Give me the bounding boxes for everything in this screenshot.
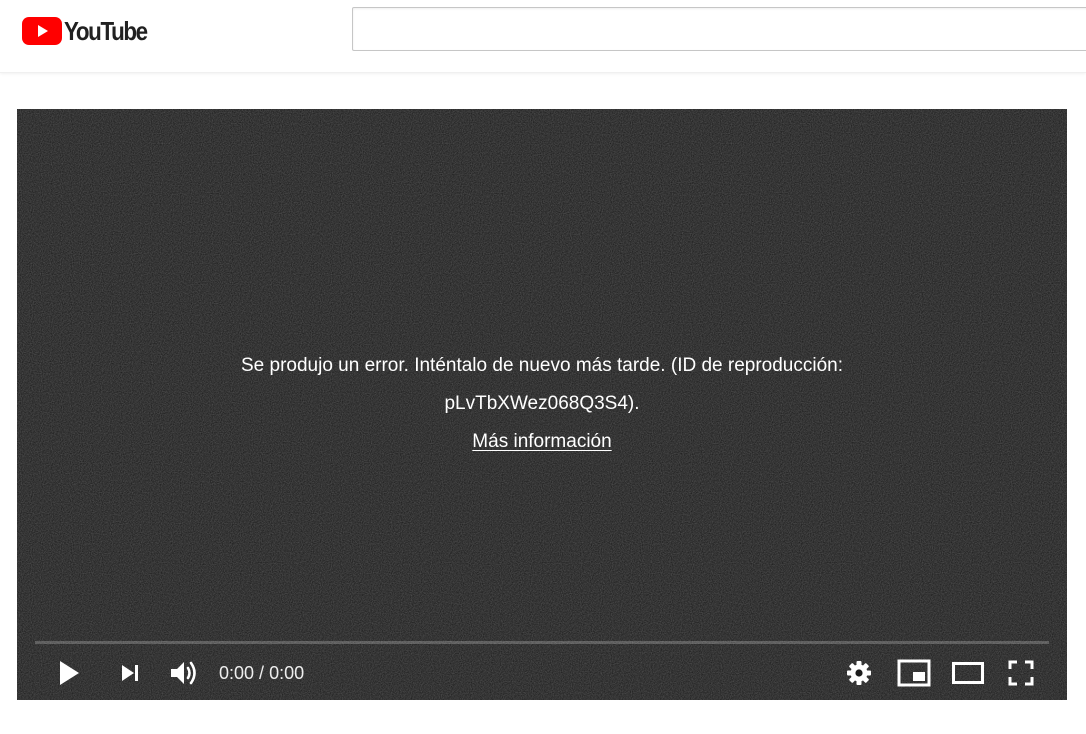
next-button[interactable]: [112, 649, 148, 697]
gear-icon: [847, 661, 871, 685]
player-controls: 0:00 / 0:00: [17, 649, 1067, 697]
volume-button[interactable]: [165, 649, 205, 697]
play-icon: [60, 661, 79, 685]
logo-wordmark: YouTube: [64, 16, 148, 46]
search-input[interactable]: [352, 7, 1086, 51]
theater-mode-button[interactable]: [947, 649, 989, 697]
error-text-line-1: Se produjo un error. Inténtalo de nuevo …: [240, 355, 844, 376]
volume-icon: [171, 661, 196, 685]
time-display: 0:00 / 0:00: [219, 649, 304, 697]
progress-bar[interactable]: [35, 641, 1049, 644]
more-info-link[interactable]: Más información: [472, 425, 611, 459]
duration: 0:00: [269, 663, 305, 683]
video-player[interactable]: Se produjo un error. Inténtalo de nuevo …: [17, 109, 1067, 700]
settings-button[interactable]: [841, 649, 877, 697]
theater-mode-icon: [952, 662, 984, 684]
youtube-logo[interactable]: YouTube: [22, 17, 160, 45]
error-text-line-2: pLvTbXWez068Q3S4).: [444, 393, 640, 414]
miniplayer-icon: [897, 659, 931, 687]
miniplayer-button[interactable]: [893, 649, 935, 697]
fullscreen-icon: [1008, 660, 1034, 686]
error-message: Se produjo un error. Inténtalo de nuevo …: [17, 347, 1067, 461]
youtube-play-icon: [22, 17, 62, 45]
fullscreen-button[interactable]: [1001, 649, 1041, 697]
masthead: YouTube: [0, 0, 1086, 73]
time-separator: /: [254, 663, 270, 683]
current-time: 0:00: [219, 663, 255, 683]
next-icon: [122, 665, 138, 681]
play-button[interactable]: [49, 649, 89, 697]
